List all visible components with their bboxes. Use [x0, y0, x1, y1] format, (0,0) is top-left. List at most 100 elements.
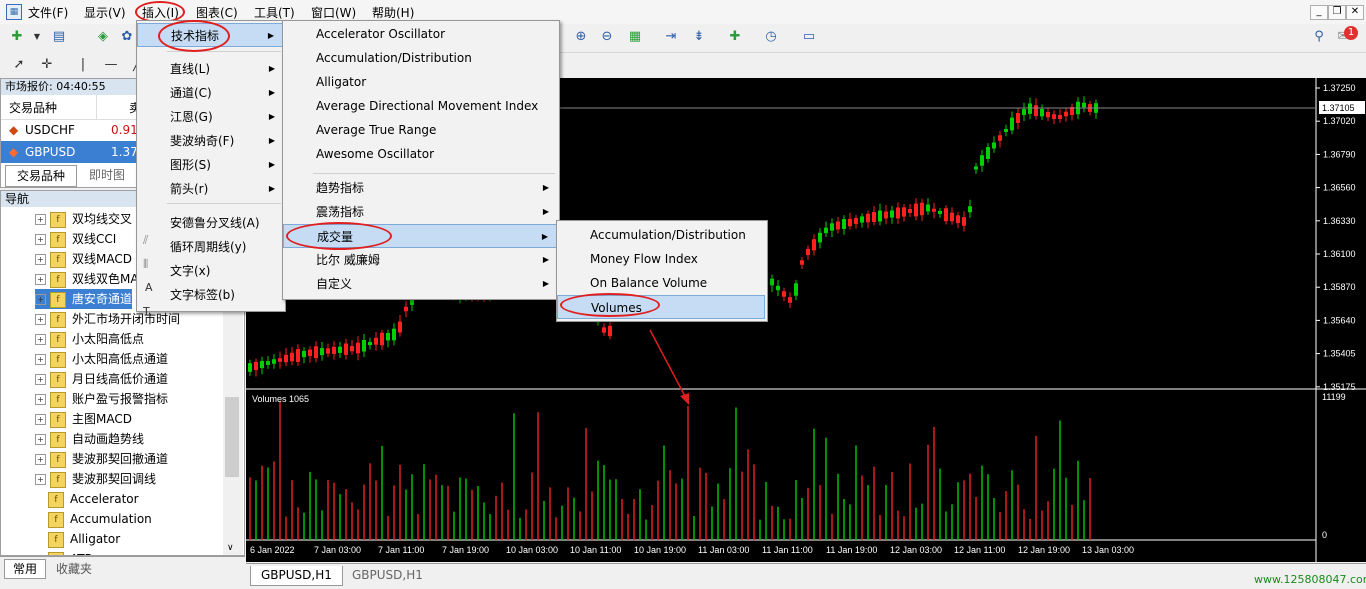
templates-icon[interactable]: ▭ — [800, 28, 818, 46]
insert-menu-item[interactable]: 文字(x) — [137, 259, 283, 283]
vertical-line-icon[interactable]: | — [74, 56, 92, 74]
menu-help[interactable]: 帮助(H) — [372, 4, 414, 21]
restore-button[interactable]: ❐ — [1328, 5, 1346, 20]
search-icon[interactable]: ⚲ — [1310, 28, 1328, 46]
zoom-in-icon[interactable]: ⊕ — [572, 28, 590, 46]
navigator-item[interactable]: f Alligator — [35, 529, 120, 549]
chart-tab[interactable]: GBPUSD,H1 — [342, 566, 433, 585]
tab-common[interactable]: 常用 — [4, 559, 46, 579]
navigator-item[interactable]: + f 双线CCI — [35, 229, 116, 249]
new-chart-icon[interactable]: ✚ — [8, 28, 26, 46]
tab-tick-chart[interactable]: 即时图 — [79, 165, 135, 185]
menu-window[interactable]: 窗口(W) — [311, 4, 356, 21]
expand-icon[interactable] — [35, 495, 44, 504]
navigator-item[interactable]: + f 主图MACD — [35, 409, 132, 429]
navigator-item[interactable]: f Accelerator — [35, 489, 139, 509]
periods-icon[interactable]: ◷ — [762, 28, 780, 46]
indicator-menu-item[interactable]: Accelerator Oscillator — [283, 22, 557, 46]
column-symbol[interactable]: 交易品种 — [9, 99, 57, 116]
navigator-item[interactable]: + f 外汇市场开闭市时间 — [35, 309, 180, 329]
volume-menu-item[interactable]: On Balance Volume — [557, 271, 765, 295]
volume-menu-item[interactable]: Money Flow Index — [557, 247, 765, 271]
indicator-group-item[interactable]: 比尔 威廉姆 ▶ — [283, 248, 557, 272]
menu-charts[interactable]: 图表(C) — [196, 4, 238, 21]
profiles-icon[interactable]: ▤ — [50, 28, 68, 46]
insert-menu-item[interactable]: 箭头(r) ▶ — [137, 177, 283, 201]
navigator-item[interactable]: + f 月日线高低价通道 — [35, 369, 168, 389]
navigator-item[interactable]: f Accumulation — [35, 509, 152, 529]
navigator-item[interactable]: + f 自动画趋势线 — [35, 429, 144, 449]
indicator-menu-item[interactable]: Average True Range — [283, 118, 557, 142]
time-ticks-group: 6 Jan 2022 7 Jan 03:00 7 Jan 11:00 7 Jan 19… — [250, 545, 1134, 555]
expand-icon[interactable]: + — [35, 454, 46, 465]
expand-icon[interactable]: + — [35, 414, 46, 425]
candle-body — [878, 210, 882, 222]
expand-icon[interactable]: + — [35, 234, 46, 245]
menu-file[interactable]: 文件(F) — [28, 4, 68, 21]
navigator-icon[interactable]: ✿ — [118, 28, 136, 46]
expand-icon[interactable]: + — [35, 354, 46, 365]
expand-icon[interactable] — [35, 535, 44, 544]
indicator-menu-item[interactable]: Average Directional Movement Index — [283, 94, 557, 118]
expand-icon[interactable]: + — [35, 474, 46, 485]
navigator-item[interactable]: + f 小太阳高低点 — [35, 329, 144, 349]
candle-body — [404, 306, 408, 312]
scrollbar-thumb[interactable] — [225, 397, 239, 477]
tab-symbols[interactable]: 交易品种 — [5, 165, 77, 187]
indicator-menu-item[interactable]: Alligator — [283, 70, 557, 94]
scroll-down-icon[interactable]: ∨ — [227, 543, 234, 553]
expand-icon[interactable]: + — [35, 274, 46, 285]
indicator-menu-item[interactable]: Accumulation/Distribution — [283, 46, 557, 70]
expand-icon[interactable]: + — [35, 334, 46, 345]
volume-menu-item[interactable]: Accumulation/Distribution — [557, 223, 765, 247]
insert-menu-item[interactable]: 江恩(G) ▶ — [137, 105, 283, 129]
insert-menu-item[interactable]: 图形(S) ▶ — [137, 153, 283, 177]
navigator-item[interactable]: + f 双线MACD — [35, 249, 132, 269]
tab-favorites[interactable]: 收藏夹 — [56, 560, 92, 577]
expand-icon[interactable] — [35, 515, 44, 524]
navigator-item[interactable]: fATR — [35, 549, 93, 555]
indicator-menu-item[interactable]: Awesome Oscillator — [283, 142, 557, 166]
indicators-icon[interactable]: ✚ — [726, 28, 744, 46]
navigator-item-label: 双线MACD — [72, 252, 132, 266]
chart-shift-icon[interactable]: ⇥ — [662, 28, 680, 46]
expand-icon[interactable]: + — [35, 254, 46, 265]
horizontal-line-icon[interactable]: — — [102, 56, 120, 74]
expand-icon[interactable]: + — [35, 314, 46, 325]
tile-windows-icon[interactable]: ▦ — [626, 28, 644, 46]
crosshair-icon[interactable]: ✛ — [38, 56, 56, 74]
zoom-out-icon[interactable]: ⊖ — [598, 28, 616, 46]
indicator-group-item[interactable]: 趋势指标 ▶ — [283, 176, 557, 200]
time-tick-label: 11 Jan 03:00 — [698, 545, 749, 555]
insert-menu-item[interactable]: 斐波纳奇(F) ▶ — [137, 129, 283, 153]
indicator-group-item[interactable]: 自定义 ▶ — [283, 272, 557, 296]
navigator-item[interactable]: + f 唐安奇通道 — [35, 289, 133, 309]
market-watch-icon[interactable]: ◈ — [94, 28, 112, 46]
navigator-item[interactable]: + f 斐波那契回调线 — [35, 469, 156, 489]
insert-menu-item[interactable]: 直线(L) ▶ — [137, 57, 283, 81]
candle-body — [374, 337, 378, 345]
menu-tools[interactable]: 工具(T) — [254, 4, 295, 21]
insert-menu-item[interactable]: 通道(C) ▶ — [137, 81, 283, 105]
expand-icon[interactable]: + — [35, 214, 46, 225]
close-button[interactable]: ✕ — [1346, 5, 1364, 20]
chart-tab-active[interactable]: GBPUSD,H1 — [250, 566, 343, 586]
minimize-button[interactable]: _ — [1310, 5, 1328, 20]
expand-icon[interactable]: + — [35, 394, 46, 405]
navigator-item[interactable]: + f 双均线交叉 — [35, 209, 132, 229]
expand-icon[interactable]: + — [35, 294, 46, 305]
navigator-item[interactable]: + f 斐波那契回撤通道 — [35, 449, 168, 469]
autoscroll-icon[interactable]: ⇟ — [690, 28, 708, 46]
indicator-group-item[interactable]: 震荡指标 ▶ — [283, 200, 557, 224]
insert-menu-item[interactable]: 安德鲁分叉线(A) — [137, 211, 283, 235]
insert-menu-item[interactable]: 循环周期线(y) — [137, 235, 283, 259]
expand-icon[interactable]: + — [35, 434, 46, 445]
navigator-item[interactable]: + f 账户盈亏报警指标 — [35, 389, 168, 409]
expand-icon[interactable]: + — [35, 374, 46, 385]
dropdown-icon[interactable]: ▼ — [28, 28, 46, 46]
navigator-item[interactable]: + f 双线双色MA — [35, 269, 139, 289]
cursor-icon[interactable]: ➚ — [10, 56, 28, 74]
navigator-item[interactable]: + f 小太阳高低点通道 — [35, 349, 168, 369]
menu-view[interactable]: 显示(V) — [84, 4, 126, 21]
insert-menu-item[interactable]: 文字标签(b) — [137, 283, 283, 307]
